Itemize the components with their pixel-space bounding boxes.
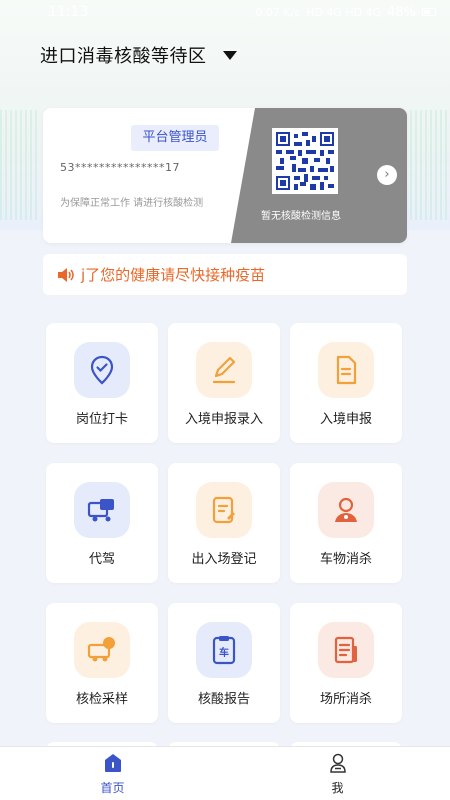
caret-down-icon[interactable] — [222, 50, 237, 60]
edit-pen-icon — [196, 342, 252, 398]
qr-panel[interactable]: 暂无核酸检测信息 › — [231, 108, 407, 243]
tile-label: 场所消杀 — [319, 692, 372, 707]
status-bar: 11:13 0.07 K/s HD 4G HD 4G 48% — [0, 0, 450, 24]
nav-home-label: 首页 — [100, 781, 125, 795]
tile-sampling[interactable]: 核检采样 — [46, 603, 158, 723]
tile-driver[interactable]: 代驾 — [46, 463, 158, 583]
page-title: 进口消毒核酸等待区 — [40, 46, 207, 67]
sample-truck-icon — [74, 622, 130, 678]
tile-label: 核酸报告 — [197, 692, 250, 707]
tile-in-out-register[interactable]: 出入场登记 — [168, 463, 280, 583]
site-document-icon — [318, 622, 374, 678]
tile-entry-declare[interactable]: 入境申报 — [290, 323, 402, 443]
home-icon — [104, 754, 121, 772]
signal-indicators: HD 4G HD 4G — [306, 5, 382, 19]
tile-vehicle-disinfect[interactable]: 车物消杀 — [290, 463, 402, 583]
battery-icon — [422, 8, 436, 16]
notice-text: j了您的健康请尽快接种疫苗 — [81, 266, 266, 284]
notice-bar[interactable]: j了您的健康请尽快接种疫苗 — [43, 254, 407, 295]
location-check-icon — [74, 342, 130, 398]
speaker-icon — [58, 267, 74, 282]
tile-label: 车物消杀 — [319, 552, 372, 567]
qr-code[interactable] — [272, 128, 338, 194]
net-speed: 0.07 K/s — [255, 5, 301, 19]
test-tip: 为保障正常工作 请进行核酸检测 — [60, 198, 204, 209]
tile-label: 代驾 — [88, 552, 115, 567]
tile-label: 岗位打卡 — [75, 412, 128, 427]
tile-label: 核检采样 — [75, 692, 128, 707]
qr-caption: 暂无核酸检测信息 — [261, 211, 341, 222]
nav-home[interactable]: 首页 — [0, 747, 225, 800]
chevron-right-icon[interactable]: › — [377, 165, 397, 185]
tile-label: 入境申报 — [319, 412, 372, 427]
profile-card: 平台管理员 53***************17 为保障正常工作 请进行核酸检… — [43, 108, 407, 243]
status-time: 11:13 — [48, 4, 89, 20]
tile-site-disinfect[interactable]: 场所消杀 — [290, 603, 402, 723]
bottom-nav: 首页 我 — [0, 746, 450, 800]
function-grid: 岗位打卡 入境申报录入 入境申报 代驾 出入场登记 车物消杀 核检采样 车 核酸… — [46, 323, 404, 723]
role-badge: 平台管理员 — [131, 125, 219, 151]
document-icon — [318, 342, 374, 398]
tile-label: 出入场登记 — [191, 552, 257, 567]
battery-level: 48% — [387, 4, 416, 20]
tile-post-checkin[interactable]: 岗位打卡 — [46, 323, 158, 443]
status-indicators: 0.07 K/s HD 4G HD 4G 48% — [255, 5, 436, 20]
nav-me[interactable]: 我 — [225, 747, 450, 800]
decor-left — [0, 110, 40, 220]
tile-entry-declare-input[interactable]: 入境申报录入 — [168, 323, 280, 443]
location-selector[interactable]: 进口消毒核酸等待区 — [40, 42, 237, 68]
register-form-icon — [196, 482, 252, 538]
truck-icon — [74, 482, 130, 538]
car-report-icon: 车 — [196, 622, 252, 678]
tile-nucleic-report[interactable]: 车 核酸报告 — [168, 603, 280, 723]
qr-code-icon — [276, 132, 334, 190]
tile-label: 入境申报录入 — [184, 412, 263, 427]
svg-text:车: 车 — [219, 646, 229, 659]
id-number: 53***************17 — [60, 161, 180, 174]
user-icon — [329, 753, 346, 773]
nav-me-label: 我 — [331, 781, 344, 795]
person-icon — [318, 482, 374, 538]
decor-right — [410, 110, 450, 220]
